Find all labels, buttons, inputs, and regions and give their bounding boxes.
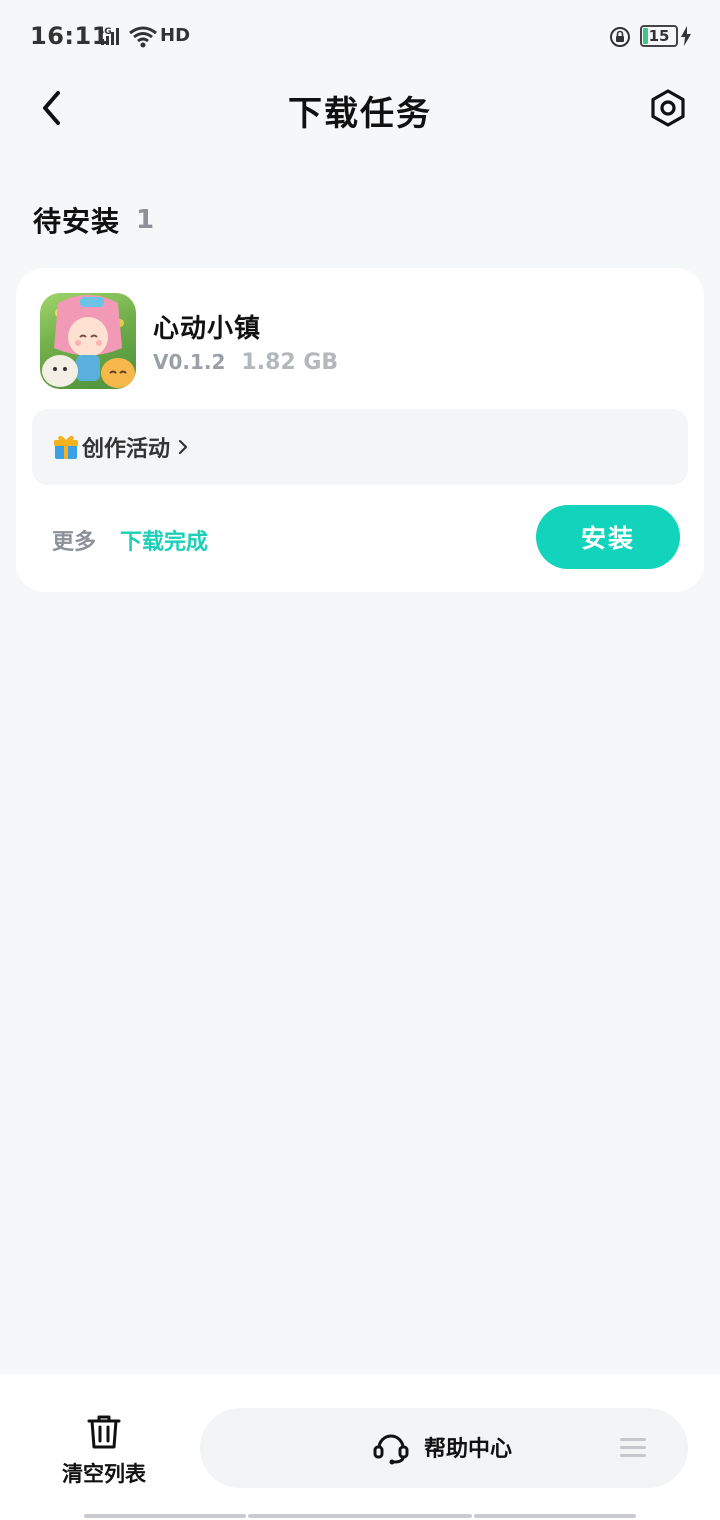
battery-indicator: 15	[640, 25, 678, 47]
section-header: 待安装 1	[33, 200, 154, 240]
status-bar: 16:11 4G HD 15	[0, 0, 720, 72]
menu-icon[interactable]	[620, 1436, 646, 1460]
header: 下载任务	[0, 72, 720, 146]
app-size: 1.82 GB	[241, 350, 339, 375]
help-center-button[interactable]: 帮助中心	[200, 1408, 688, 1488]
download-task-card: 心动小镇 V0.1.2 1.82 GB 创作活动 更多 下载完成 安装	[16, 268, 704, 592]
settings-icon	[651, 89, 685, 127]
more-button[interactable]: 更多	[52, 524, 96, 556]
clear-list-button[interactable]: 清空列表	[48, 1412, 160, 1488]
hd-indicator: HD	[160, 25, 191, 46]
trash-icon	[87, 1415, 121, 1449]
creation-activity-link[interactable]: 创作活动	[32, 409, 688, 485]
page-title: 下载任务	[288, 94, 432, 134]
battery-level: 15	[648, 27, 670, 45]
section-title: 待安装	[33, 205, 121, 238]
help-center-content: 帮助中心	[372, 1428, 512, 1466]
activity-label: 创作活动	[82, 437, 171, 462]
chevron-right-icon	[178, 439, 188, 455]
app-name: 心动小镇	[153, 314, 262, 344]
headset-icon	[373, 1434, 409, 1465]
cellular-signal-icon: 4G	[98, 27, 119, 45]
settings-button[interactable]	[646, 86, 690, 130]
gift-icon	[54, 435, 78, 459]
download-status: 下载完成	[120, 530, 209, 555]
nav-indicator-center	[248, 1514, 472, 1518]
wifi-icon	[129, 26, 157, 48]
nav-indicator-right	[474, 1514, 636, 1518]
app-icon[interactable]	[40, 293, 136, 389]
network-type-label: 4G	[98, 27, 112, 37]
clear-list-label: 清空列表	[62, 1462, 146, 1486]
app-meta: V0.1.2 1.82 GB	[153, 350, 338, 375]
rotation-lock-icon	[610, 27, 630, 47]
bottom-bar: 清空列表 帮助中心	[0, 1374, 720, 1520]
install-button[interactable]: 安装	[536, 505, 680, 569]
section-count: 1	[136, 205, 155, 235]
app-version: V0.1.2	[153, 350, 226, 374]
nav-indicator-left	[84, 1514, 246, 1518]
app-artwork	[42, 295, 135, 388]
charging-icon	[681, 26, 691, 46]
help-center-label: 帮助中心	[424, 1437, 513, 1462]
